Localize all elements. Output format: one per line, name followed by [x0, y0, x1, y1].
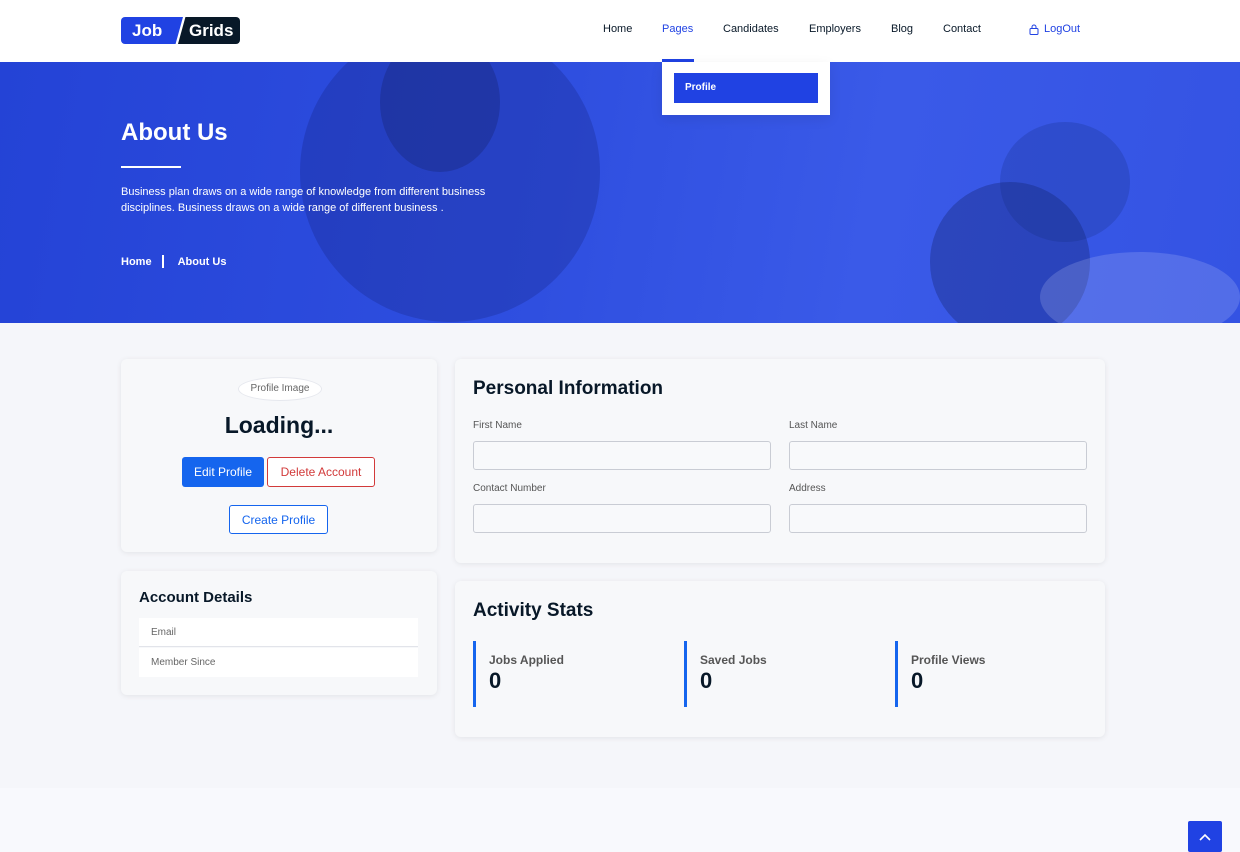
pages-dropdown: Profile: [662, 62, 830, 115]
nav-contact[interactable]: Contact: [943, 23, 981, 35]
account-details-title: Account Details: [139, 589, 253, 606]
activity-stats-title: Activity Stats: [473, 600, 594, 621]
stat-label: Profile Views: [911, 653, 986, 667]
stat-label: Jobs Applied: [489, 653, 564, 667]
activity-stats-card: Activity Stats Jobs Applied 0 Saved Jobs…: [455, 581, 1105, 737]
nav-pages[interactable]: Pages: [662, 23, 693, 35]
page-description: Business plan draws on a wide range of k…: [121, 186, 486, 214]
contact-number-field[interactable]: [473, 504, 771, 533]
personal-info-title: Personal Information: [473, 378, 664, 399]
stat-label: Saved Jobs: [700, 653, 767, 667]
edit-profile-button[interactable]: Edit Profile: [182, 457, 264, 487]
address-field[interactable]: [789, 504, 1087, 533]
stat-value: 0: [489, 668, 502, 693]
breadcrumb: Home About Us: [121, 255, 226, 268]
account-member-since-row: Member Since: [139, 648, 418, 677]
personal-info-card: Personal Information First Name Last Nam…: [455, 359, 1105, 563]
nav-blog[interactable]: Blog: [891, 23, 913, 35]
logo-grids-text: Grids: [178, 17, 240, 44]
last-name-field[interactable]: [789, 441, 1087, 470]
first-name-label: First Name: [473, 420, 522, 431]
banner-leaves-shape: [1000, 122, 1130, 242]
address-label: Address: [789, 483, 826, 494]
logout-label: LogOut: [1044, 23, 1081, 35]
page-title: About Us: [121, 119, 228, 146]
lock-icon: [1029, 24, 1039, 35]
stat-value: 0: [700, 668, 713, 693]
stat-profile-views: Profile Views 0: [895, 641, 1085, 707]
create-profile-button[interactable]: Create Profile: [229, 505, 328, 534]
nav-candidates[interactable]: Candidates: [723, 23, 779, 35]
nav-employers[interactable]: Employers: [809, 23, 861, 35]
breadcrumb-current: About Us: [177, 255, 227, 268]
nav-home[interactable]: Home: [603, 23, 632, 35]
contact-number-label: Contact Number: [473, 483, 546, 494]
site-header: Job Grids Home Pages Candidates Employer…: [0, 0, 1240, 62]
first-name-field[interactable]: [473, 441, 771, 470]
scroll-to-top-button[interactable]: [1188, 821, 1222, 852]
footer-area: [0, 788, 1240, 852]
chevron-up-icon: [1199, 833, 1211, 841]
page-banner: About Us Business plan draws on a wide r…: [0, 62, 1240, 323]
stat-value: 0: [911, 668, 924, 693]
profile-card: Profile Image Loading... Edit Profile De…: [121, 359, 437, 552]
dropdown-item-profile[interactable]: Profile: [674, 73, 818, 103]
title-underline: [121, 166, 181, 168]
last-name-label: Last Name: [789, 420, 838, 431]
profile-name: Loading...: [224, 412, 334, 438]
profile-image: Profile Image: [238, 377, 322, 401]
breadcrumb-separator: [161, 255, 164, 268]
logo-job-text: Job: [121, 17, 183, 44]
account-details-card: Account Details Email Member Since: [121, 571, 437, 695]
account-email-row: Email: [139, 618, 418, 647]
brand-logo[interactable]: Job Grids: [121, 17, 240, 44]
delete-account-button[interactable]: Delete Account: [267, 457, 375, 487]
breadcrumb-home[interactable]: Home: [121, 256, 152, 268]
logout-link[interactable]: LogOut: [1029, 23, 1080, 35]
stat-jobs-applied: Jobs Applied 0: [473, 641, 663, 707]
stat-saved-jobs: Saved Jobs 0: [684, 641, 874, 707]
